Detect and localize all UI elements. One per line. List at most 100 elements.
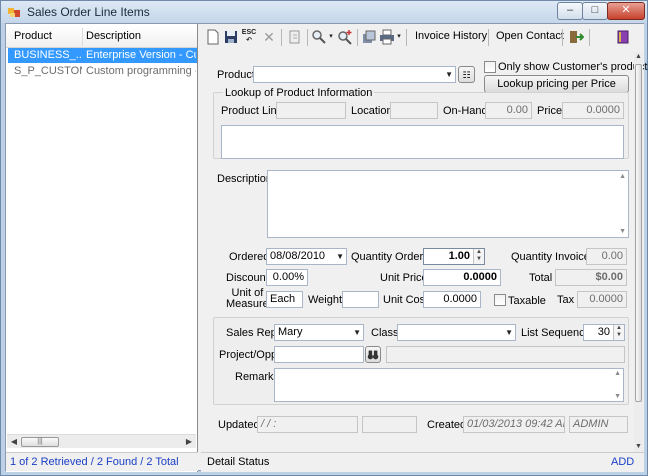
quantity-invoiced-field: 0.00	[586, 248, 627, 265]
remarks-label: Remarks	[235, 371, 280, 383]
product-label: Product	[217, 69, 255, 81]
search-dropdown-icon[interactable]: ▾	[327, 29, 335, 45]
description-textarea[interactable]: ▲ ▼	[267, 170, 629, 238]
sales-rep-dropdown[interactable]: Mary ▼	[274, 324, 364, 341]
product-lookup-button[interactable]: ☷	[458, 66, 475, 83]
product-dropdown[interactable]: ▼	[253, 66, 456, 83]
scroll-right-icon[interactable]: ▶	[183, 436, 195, 448]
detail-vertical-scrollbar[interactable]: ▲ ▼	[634, 52, 643, 453]
delete-icon[interactable]: ✕	[261, 29, 277, 45]
list-horizontal-scrollbar[interactable]: ◀ ||| ▶	[7, 434, 196, 448]
window-title: Sales Order Line Items	[27, 5, 150, 19]
chevron-down-icon: ▼	[445, 70, 453, 79]
scroll-left-icon[interactable]: ◀	[8, 436, 20, 448]
new-document-icon[interactable]	[205, 29, 221, 45]
scroll-thumb[interactable]: |||	[21, 437, 59, 447]
unit-of-measure-field[interactable]: Each	[266, 291, 303, 308]
quantity-ordered-value: 1.00	[448, 250, 470, 262]
project-opp-field[interactable]	[274, 346, 364, 363]
tax-label: Tax	[557, 294, 575, 306]
on-hand-label: On-Hand	[443, 105, 488, 117]
column-divider[interactable]	[82, 28, 83, 46]
list-item[interactable]: BUSINESS_... Enterprise Version - Custom	[8, 48, 197, 63]
location-field	[390, 102, 438, 119]
quantity-invoiced-label: Quantity Invoiced	[511, 251, 596, 263]
scroll-down-icon[interactable]: ▼	[614, 393, 621, 400]
line-items-list: Product Description BUSINESS_... Enterpr…	[6, 24, 198, 472]
scroll-thumb[interactable]	[635, 64, 642, 402]
price-label: Price	[537, 105, 563, 117]
list-item[interactable]: S_P_CUSTOM Custom programming - Add l	[8, 64, 197, 79]
toolbar-separator	[307, 29, 308, 46]
toolbar-separator	[357, 29, 358, 46]
toolbar-separator	[562, 29, 563, 46]
scroll-up-icon[interactable]: ▲	[634, 52, 643, 62]
close-button[interactable]: ✕	[607, 2, 645, 20]
search-add-icon[interactable]	[337, 29, 353, 45]
quantity-ordered-stepper[interactable]: 1.00 ▲ ▼	[423, 248, 485, 265]
updated-label: Updated	[218, 419, 260, 431]
minimize-button[interactable]: –	[557, 2, 583, 20]
scroll-up-icon[interactable]: ▲	[614, 370, 621, 377]
unit-price-label: Unit Price	[380, 272, 428, 284]
print-dropdown-icon[interactable]: ▾	[395, 29, 403, 45]
discount-field[interactable]: 0.00%	[266, 269, 308, 286]
only-customer-products-label: Only show Customer's products?	[498, 61, 648, 73]
list-item-product: S_P_CUSTOM	[14, 65, 82, 77]
print-icon[interactable]	[379, 29, 395, 45]
list-sequence-label: List Sequence	[521, 327, 591, 339]
column-header-description[interactable]: Description	[86, 30, 141, 42]
open-contact-button[interactable]: Open Contact	[496, 30, 564, 42]
class-dropdown[interactable]: ▼	[397, 324, 516, 341]
binoculars-icon[interactable]	[365, 346, 381, 363]
maximize-button[interactable]: □	[582, 2, 608, 20]
unit-of-measure-label-line2: Measure	[226, 298, 269, 310]
spinner-arrows-icon[interactable]: ▲ ▼	[613, 325, 624, 340]
class-label: Class	[371, 327, 399, 339]
title-bar: Sales Order Line Items – □ ✕	[1, 1, 647, 23]
taxable-label: Taxable	[508, 295, 546, 307]
attachments-icon[interactable]	[361, 29, 377, 45]
created-label: Created	[427, 419, 467, 431]
sales-rep-label: Sales Rep.	[226, 327, 280, 339]
taxable-checkbox[interactable]	[494, 294, 506, 306]
lookup-pricing-button[interactable]: Lookup pricing per Price Level	[484, 75, 629, 106]
only-customer-products-checkbox[interactable]	[484, 61, 496, 73]
discount-label: Discount	[226, 272, 269, 284]
ordered-date-picker[interactable]: 08/08/2010 ▼	[266, 248, 347, 265]
weight-label: Weight	[308, 294, 343, 306]
ordered-label: Ordered	[229, 251, 270, 263]
unit-price-field[interactable]: 0.0000	[423, 269, 501, 286]
column-header-product[interactable]: Product	[14, 30, 52, 42]
list-header: Product Description	[6, 26, 197, 48]
created-by-field: ADMIN	[569, 416, 628, 433]
scroll-down-icon[interactable]: ▼	[634, 442, 643, 452]
chevron-down-icon: ▼	[336, 252, 344, 261]
weight-field[interactable]	[342, 291, 379, 308]
product-lookup-group-title: Lookup of Product Information	[223, 87, 375, 99]
toolbar-separator	[406, 29, 407, 46]
save-icon[interactable]	[223, 29, 239, 45]
project-opp-label: Project/Opp.	[219, 349, 281, 361]
scroll-up-icon[interactable]: ▲	[619, 173, 626, 180]
invoice-history-button[interactable]: Invoice History	[415, 30, 487, 42]
toolbar: ESC ↶ ✕ ▾ ▾ Invoice History Open Contact	[201, 26, 644, 48]
cancel-edit-icon[interactable]: ESC ↶	[241, 29, 257, 45]
unit-cost-field[interactable]: 0.0000	[423, 291, 481, 308]
list-sequence-stepper[interactable]: 30 ▲ ▼	[583, 324, 625, 341]
created-datetime-field: 01/03/2013 09:42 AM	[463, 416, 565, 433]
search-icon[interactable]	[311, 29, 327, 45]
project-opp-description-field	[386, 346, 625, 363]
price-field: 0.0000	[562, 102, 624, 119]
esc-label: ESC	[241, 29, 257, 36]
scroll-down-icon[interactable]: ▼	[619, 228, 626, 235]
spinner-arrows-icon[interactable]: ▲ ▼	[473, 249, 484, 264]
client-area: Product Description BUSINESS_... Enterpr…	[5, 23, 648, 472]
exit-icon[interactable]	[568, 29, 584, 45]
remarks-textarea[interactable]: ▲ ▼	[274, 368, 624, 402]
list-record-status: 1 of 2 Retrieved / 2 Found / 2 Total	[6, 452, 198, 471]
toolbar-separator	[281, 29, 282, 46]
copy-icon[interactable]	[287, 29, 303, 45]
book-icon[interactable]	[615, 29, 631, 45]
product-line-label: Product Line	[221, 105, 283, 117]
